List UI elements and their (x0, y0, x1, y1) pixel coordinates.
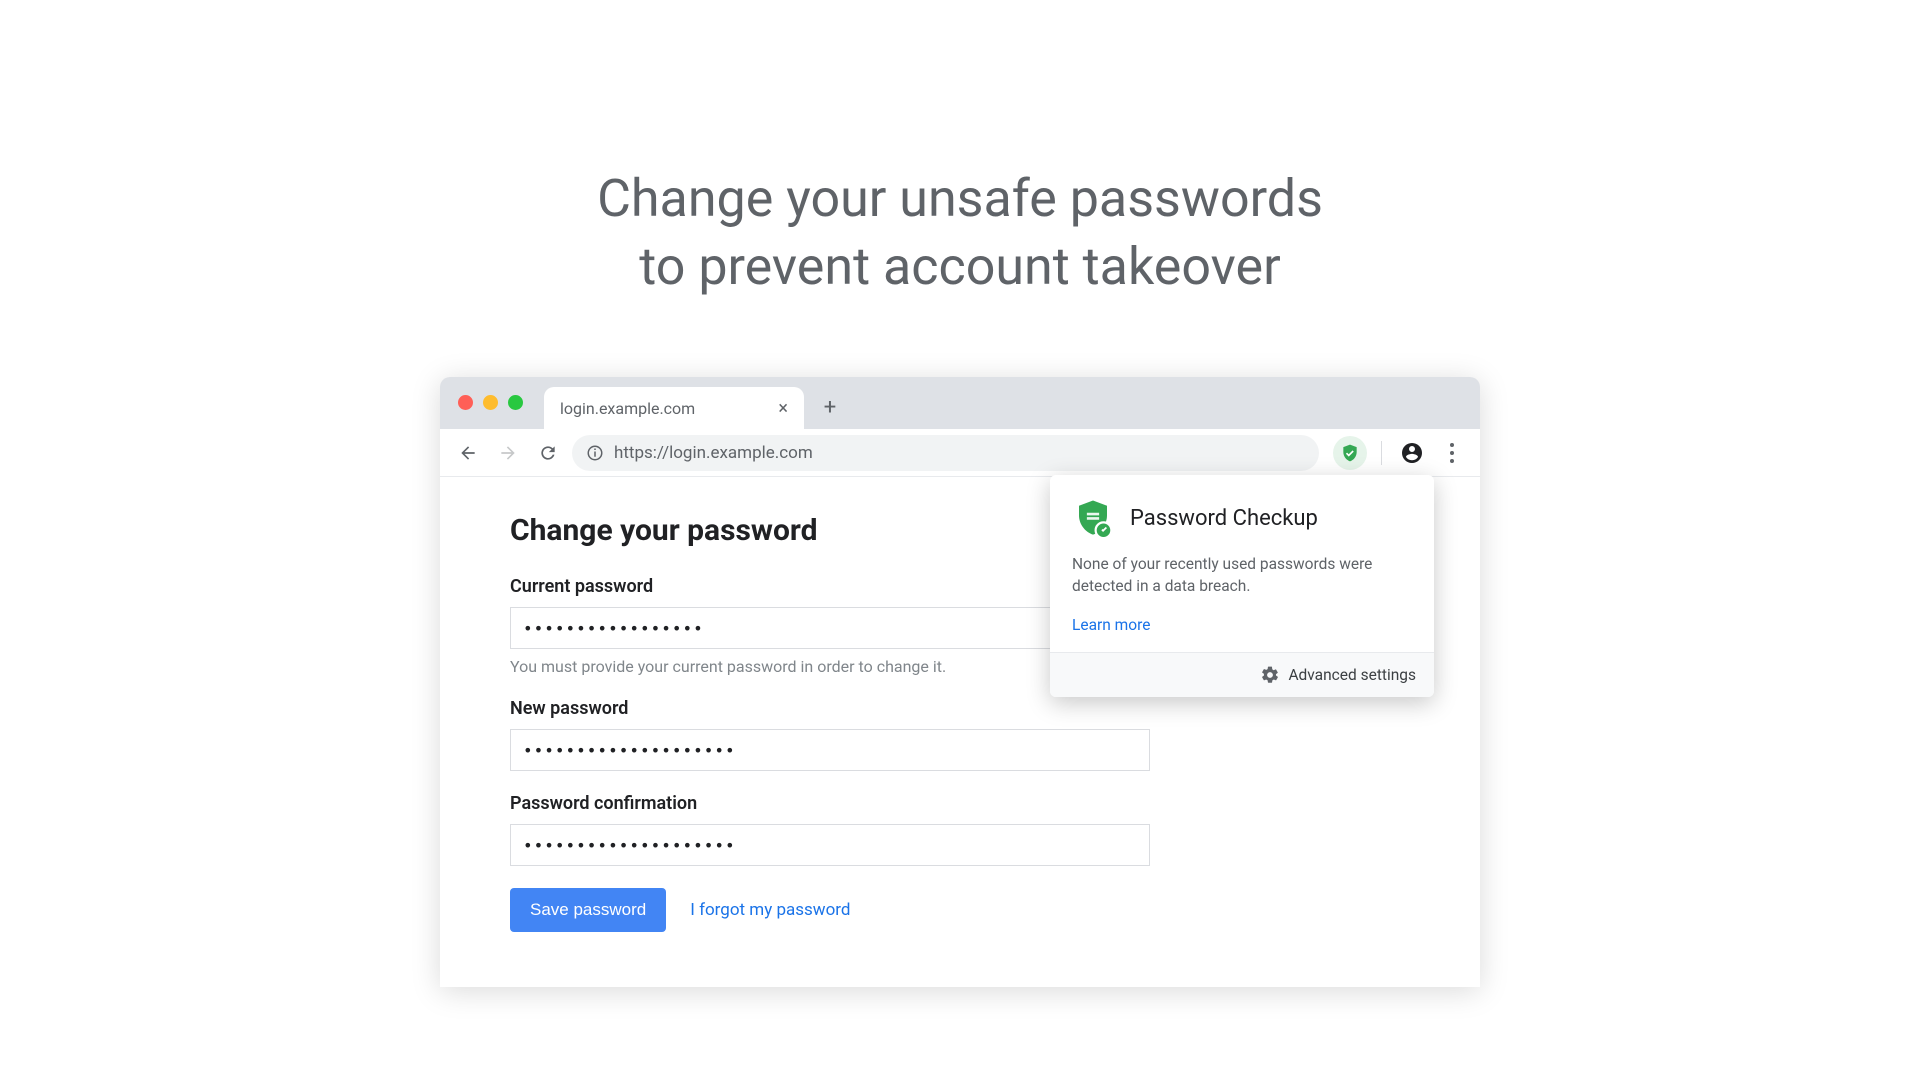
address-bar[interactable]: https://login.example.com (572, 435, 1319, 471)
account-circle-icon (1400, 441, 1424, 465)
forgot-password-link[interactable]: I forgot my password (690, 900, 850, 920)
close-tab-icon[interactable]: × (778, 398, 788, 419)
info-icon (586, 444, 604, 462)
confirm-password-label: Password confirmation (510, 793, 1410, 814)
form-actions: Save password I forgot my password (510, 888, 1410, 932)
password-checkup-extension-button[interactable] (1333, 436, 1367, 470)
confirm-password-input[interactable] (510, 824, 1150, 866)
window-close-button[interactable] (458, 395, 473, 410)
window-maximize-button[interactable] (508, 395, 523, 410)
window-controls (458, 395, 523, 410)
new-password-group: New password (510, 698, 1410, 771)
tab-strip: login.example.com × + (440, 377, 1480, 429)
toolbar-separator (1381, 441, 1382, 465)
reload-icon (538, 443, 558, 463)
window-minimize-button[interactable] (483, 395, 498, 410)
popup-body-text: None of your recently used passwords wer… (1050, 553, 1434, 612)
arrow-right-icon (498, 443, 518, 463)
popup-header: Password Checkup (1050, 475, 1434, 553)
chrome-menu-button[interactable] (1436, 437, 1468, 469)
browser-window: login.example.com × + https://login.exam… (440, 377, 1480, 987)
gear-icon (1260, 665, 1280, 685)
back-button[interactable] (452, 437, 484, 469)
browser-toolbar: https://login.example.com (440, 429, 1480, 477)
password-checkup-popup: Password Checkup None of your recently u… (1050, 475, 1434, 697)
advanced-settings-button[interactable]: Advanced settings (1050, 652, 1434, 697)
arrow-left-icon (458, 443, 478, 463)
headline: Change your unsafe passwords to prevent … (597, 165, 1323, 300)
url-text: https://login.example.com (614, 443, 813, 463)
tab-title: login.example.com (560, 399, 695, 418)
new-password-label: New password (510, 698, 1410, 719)
new-password-input[interactable] (510, 729, 1150, 771)
advanced-settings-label: Advanced settings (1288, 666, 1416, 684)
new-tab-button[interactable]: + (818, 395, 842, 419)
learn-more-link[interactable]: Learn more (1050, 612, 1434, 652)
forward-button[interactable] (492, 437, 524, 469)
save-password-button[interactable]: Save password (510, 888, 666, 932)
browser-tab[interactable]: login.example.com × (544, 387, 804, 429)
vertical-dots-icon (1450, 443, 1454, 463)
shield-badge-icon (1072, 497, 1114, 539)
popup-title: Password Checkup (1130, 506, 1318, 531)
confirm-password-group: Password confirmation (510, 793, 1410, 866)
profile-button[interactable] (1396, 437, 1428, 469)
shield-check-icon (1340, 443, 1360, 463)
reload-button[interactable] (532, 437, 564, 469)
